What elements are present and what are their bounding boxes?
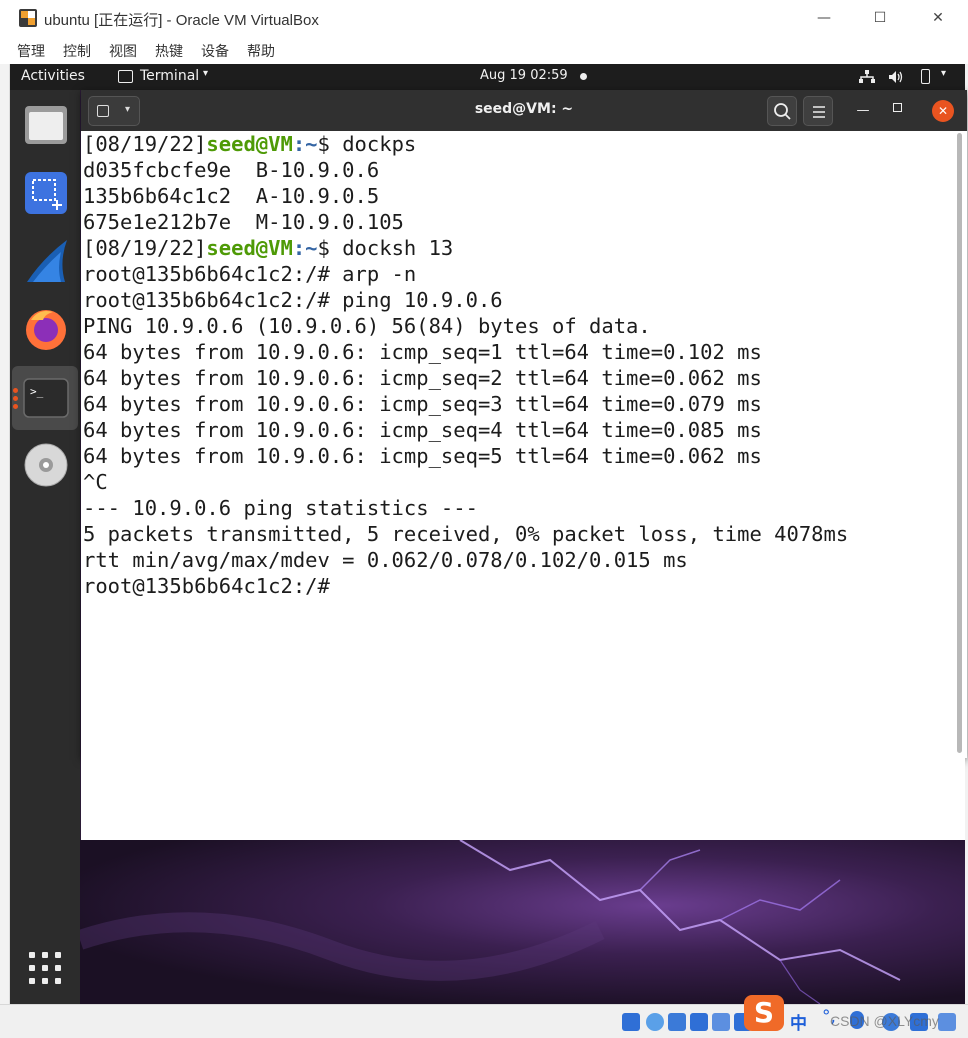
terminal-line: 135b6b64c1c2 A-10.9.0.5 [83, 184, 380, 208]
wireshark-icon[interactable] [23, 238, 69, 284]
terminal-maximize-button[interactable] [893, 103, 902, 112]
menu-manage[interactable]: 管理 [17, 41, 45, 61]
system-menu-chevron-icon[interactable]: ▾ [941, 68, 946, 79]
dvd-drive-icon[interactable] [23, 442, 69, 488]
terminal-line: root@135b6b64c1c2:/# ping 10.9.0.6 [83, 288, 503, 312]
terminal-line: PING 10.9.0.6 (10.9.0.6) 56(84) bytes of… [83, 314, 651, 338]
terminal-scrollbar[interactable] [957, 133, 962, 753]
ubuntu-dock: >_ [10, 90, 80, 1004]
prompt-user: seed@VM [206, 132, 293, 156]
running-indicator [13, 396, 18, 401]
terminal-title: seed@VM: ~ [474, 101, 574, 117]
wallpaper [80, 840, 965, 1004]
host-statusbar: S 中 °, CSDN @XLYcmy [0, 995, 968, 1038]
running-indicator [13, 388, 18, 393]
search-button[interactable] [767, 96, 797, 126]
terminal-line: 675e1e212b7e M-10.9.0.105 [83, 210, 404, 234]
network-adapter-icon[interactable] [690, 1013, 708, 1031]
menu-help[interactable]: 帮助 [247, 41, 275, 61]
window-title: ubuntu [正在运行] - Oracle VM VirtualBox [44, 12, 319, 29]
window-minimize-button[interactable]: — [804, 6, 844, 30]
terminal-line: 64 bytes from 10.9.0.6: icmp_seq=1 ttl=6… [83, 340, 762, 364]
virtualbox-icon [19, 9, 37, 27]
command-text: $ dockps [317, 132, 417, 156]
prompt-path: :~ [292, 132, 318, 156]
chevron-down-icon[interactable]: ▾ [203, 68, 208, 79]
terminal-window: ▾ seed@VM: ~ — ✕ [08/19/22]seed@VM:~$ do… [81, 90, 967, 758]
hamburger-menu-button[interactable] [803, 96, 833, 126]
firefox-icon[interactable] [23, 306, 69, 352]
host-frame-left [0, 64, 10, 1038]
menu-devices[interactable]: 设备 [201, 41, 229, 61]
terminal-line: ^C [83, 470, 108, 494]
command-text: $ docksh 13 [317, 236, 454, 260]
terminal-app-icon [118, 70, 133, 83]
terminal-output[interactable]: [08/19/22]seed@VM:~$ dockps d035fcbcfe9e … [81, 131, 967, 758]
host-key-icon[interactable] [938, 1013, 956, 1031]
hamburger-icon [813, 106, 825, 118]
prompt-date: [08/19/22] [83, 132, 207, 156]
terminal-line: root@135b6b64c1c2:/# arp -n [83, 262, 417, 286]
prompt-date: [08/19/22] [83, 236, 207, 260]
hard-disk-icon[interactable] [622, 1013, 640, 1031]
volume-icon[interactable] [888, 70, 904, 84]
prompt-user: seed@VM [206, 236, 293, 260]
files-icon[interactable] [23, 102, 69, 148]
ubuntu-top-bar: Activities Terminal ▾ Aug 19 02:59 ▾ [10, 64, 965, 90]
terminal-line: 64 bytes from 10.9.0.6: icmp_seq=3 ttl=6… [83, 392, 762, 416]
wallpaper-lightning [80, 840, 901, 1004]
terminal-icon[interactable]: >_ [23, 375, 69, 421]
terminal-line: 5 packets transmitted, 5 received, 0% pa… [83, 522, 849, 546]
optical-drive-icon[interactable] [646, 1013, 664, 1031]
audio-icon[interactable] [668, 1013, 686, 1031]
search-icon [774, 103, 791, 120]
watermark: CSDN @XLYcmy [830, 1013, 939, 1029]
terminal-line: 64 bytes from 10.9.0.6: icmp_seq=2 ttl=6… [83, 366, 762, 390]
sogou-ime-icon[interactable]: S [744, 995, 784, 1031]
window-close-button[interactable]: ✕ [918, 6, 958, 30]
terminal-line: d035fcbcfe9e B-10.9.0.6 [83, 158, 380, 182]
terminal-line: root@135b6b64c1c2:/# [83, 574, 343, 598]
window-maximize-button[interactable]: ☐ [860, 6, 900, 30]
menu-view[interactable]: 视图 [109, 41, 137, 61]
terminal-headerbar: ▾ seed@VM: ~ — ✕ [81, 90, 967, 131]
notification-dot-icon [580, 73, 587, 80]
show-applications-icon[interactable] [29, 952, 63, 986]
terminal-line: [08/19/22]seed@VM:~$ docksh 13 [83, 235, 848, 261]
terminal-text: [08/19/22]seed@VM:~$ dockps d035fcbcfe9e … [83, 131, 848, 599]
app-menu-terminal[interactable]: Terminal [140, 68, 199, 84]
terminal-line: --- 10.9.0.6 ping statistics --- [83, 496, 478, 520]
battery-icon[interactable] [921, 69, 930, 84]
terminal-minimize-button[interactable]: — [853, 101, 873, 121]
usb-icon[interactable] [712, 1013, 730, 1031]
activities-button[interactable]: Activities [21, 68, 85, 84]
background-window [81, 758, 965, 840]
terminal-close-button[interactable]: ✕ [932, 100, 954, 122]
svg-text:>_: >_ [30, 385, 44, 398]
terminal-line: rtt min/avg/max/mdev = 0.062/0.078/0.102… [83, 548, 688, 572]
terminal-line: [08/19/22]seed@VM:~$ dockps [83, 131, 848, 157]
clock[interactable]: Aug 19 02:59 [480, 68, 568, 83]
vbox-menubar: 管理 控制 视图 热键 设备 帮助 [0, 36, 968, 64]
screenshot-icon[interactable] [23, 170, 69, 216]
menu-control[interactable]: 控制 [63, 41, 91, 61]
menu-hotkeys[interactable]: 热键 [155, 41, 183, 61]
network-icon[interactable] [859, 70, 875, 84]
vbox-titlebar: ubuntu [正在运行] - Oracle VM VirtualBox — ☐… [0, 0, 968, 36]
terminal-line: 64 bytes from 10.9.0.6: icmp_seq=4 ttl=6… [83, 418, 762, 442]
ime-chinese-mode[interactable]: 中 [790, 1009, 807, 1034]
running-indicator [13, 404, 18, 409]
prompt-path: :~ [292, 236, 318, 260]
terminal-line: 64 bytes from 10.9.0.6: icmp_seq=5 ttl=6… [83, 444, 762, 468]
